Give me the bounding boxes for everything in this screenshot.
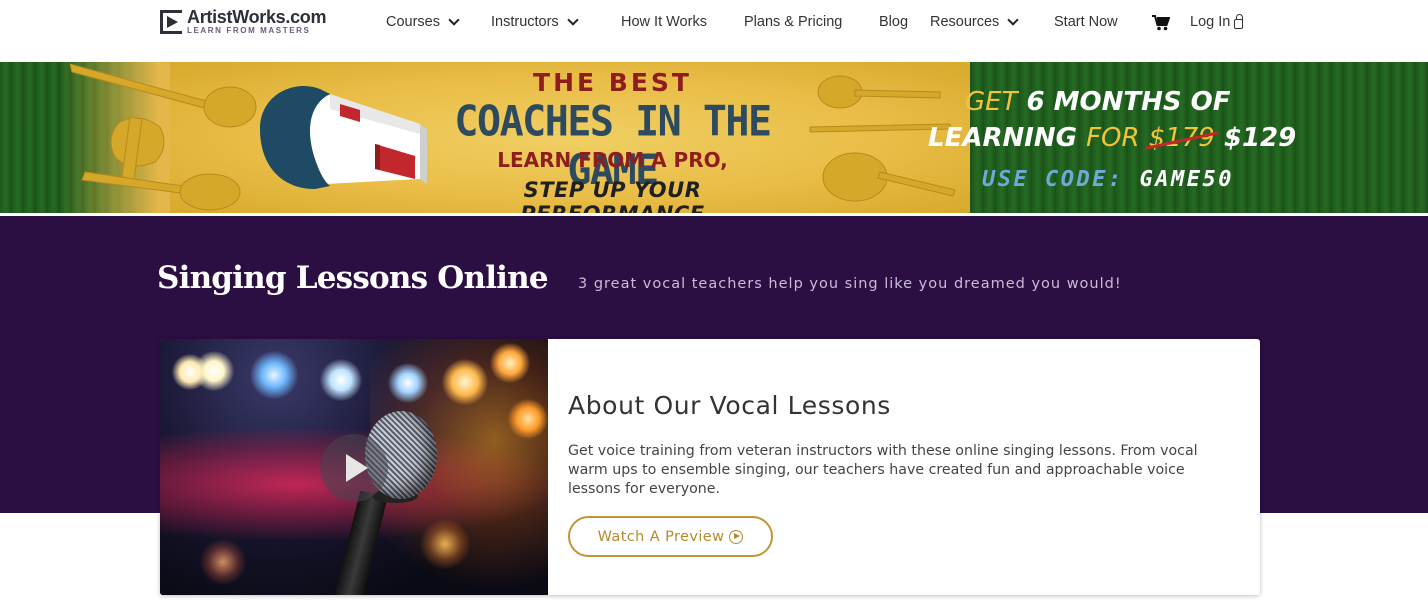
watch-preview-label: Watch A Preview — [597, 528, 725, 545]
bokeh-light — [200, 539, 246, 585]
card-title: About Our Vocal Lessons — [568, 391, 891, 420]
banner-headline-1: THE BEST — [533, 68, 692, 97]
nav-plans-pricing[interactable]: Plans & Pricing — [744, 14, 842, 30]
bokeh-light — [490, 343, 530, 383]
nav-blog-label: Blog — [879, 14, 909, 30]
banner-offer-line-2: LEARNING FOR $179 $129 — [928, 123, 1296, 153]
nav-login-label: Log In — [1190, 14, 1231, 30]
logo-name: ArtistWorks.com — [187, 7, 327, 27]
banner-headline-3: LEARN FROM A PRO, — [497, 148, 728, 172]
nav-start-now-label: Start Now — [1054, 14, 1118, 30]
circle-play-icon — [729, 529, 744, 544]
logo-play-icon — [160, 10, 182, 34]
nav-instructors-label: Instructors — [491, 14, 559, 30]
nav-plans-pricing-label: Plans & Pricing — [744, 14, 843, 30]
bokeh-light — [388, 363, 428, 403]
site-header: ArtistWorks.com LEARN FROM MASTERS Cours… — [0, 0, 1428, 62]
bokeh-light — [420, 519, 470, 569]
nav-start-now[interactable]: Start Now — [1054, 14, 1118, 30]
card-description: Get voice training from veteran instruct… — [568, 443, 1198, 497]
chevron-down-icon — [1007, 13, 1019, 26]
new-price: $129 — [1223, 123, 1297, 153]
bokeh-light — [508, 399, 548, 439]
nav-login[interactable]: Log In — [1190, 14, 1244, 30]
banner-headline-4: STEP UP YOUR PERFORMANCE — [520, 178, 704, 213]
artistworks-logo[interactable]: ArtistWorks.com LEARN FROM MASTERS — [160, 7, 330, 38]
old-price: $179 — [1148, 123, 1215, 153]
nav-resources-label: Resources — [930, 14, 1000, 30]
bokeh-light — [194, 351, 234, 391]
nav-instructors[interactable]: Instructors — [491, 13, 579, 30]
offer-for: FOR — [1086, 123, 1140, 153]
bokeh-light — [250, 351, 298, 399]
offer-learning: LEARNING — [928, 123, 1078, 153]
promo-code-label: USE CODE: — [982, 167, 1124, 192]
microphone-stage-image[interactable] — [160, 339, 548, 595]
watch-preview-button[interactable]: Watch A Preview — [568, 516, 773, 557]
nav-courses[interactable]: Courses — [386, 13, 460, 30]
play-icon[interactable] — [320, 434, 388, 502]
banner-offer-line-1: GET 6 MONTHS OF — [965, 87, 1231, 117]
shopping-cart-icon[interactable] — [1152, 15, 1170, 31]
chevron-down-icon — [448, 13, 460, 26]
offer-months: 6 MONTHS OF — [1026, 87, 1231, 117]
nav-blog[interactable]: Blog — [879, 14, 908, 30]
nav-how-it-works-label: How It Works — [621, 14, 707, 30]
chevron-down-icon — [567, 13, 579, 26]
bokeh-light — [320, 359, 362, 401]
nav-how-it-works[interactable]: How It Works — [621, 14, 707, 30]
offer-get: GET — [965, 87, 1018, 117]
nav-resources[interactable]: Resources — [930, 13, 1019, 30]
whistle-icon — [260, 85, 427, 189]
promo-banner[interactable]: THE BEST COACHES IN THE GAME LEARN FROM … — [0, 62, 1428, 213]
about-lessons-card: About Our Vocal Lessons Get voice traini… — [160, 339, 1260, 595]
lock-icon — [1234, 14, 1244, 29]
page-title: Singing Lessons Online — [157, 260, 549, 296]
bokeh-light — [442, 359, 488, 405]
promo-code-value: GAME50 — [1139, 167, 1234, 192]
banner-promo-code: USE CODE: GAME50 — [982, 167, 1234, 192]
nav-courses-label: Courses — [386, 14, 440, 30]
page-subtitle: 3 great vocal teachers help you sing lik… — [578, 276, 1122, 292]
logo-tagline: LEARN FROM MASTERS — [187, 26, 311, 35]
